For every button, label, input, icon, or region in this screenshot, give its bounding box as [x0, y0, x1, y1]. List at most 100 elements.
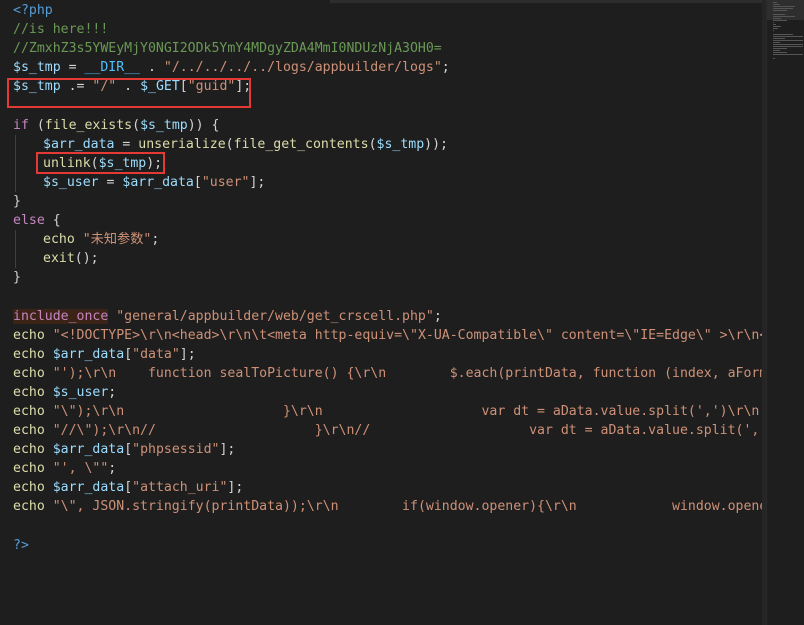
- code-line[interactable]: echo "<!DOCTYPE>\r\n<head>\r\n\t<meta ht…: [13, 326, 762, 345]
- minimap-line: [773, 10, 787, 11]
- minimap-line: [773, 22, 774, 23]
- code-token: ));: [424, 136, 448, 152]
- minimap-line: [773, 18, 781, 19]
- code-line[interactable]: [13, 517, 762, 536]
- code-line[interactable]: echo $arr_data["attach_uri"];: [13, 478, 762, 497]
- code-token: $arr_data: [52, 442, 125, 458]
- code-token: file_exists: [44, 117, 133, 133]
- code-token: echo: [13, 499, 45, 515]
- code-line[interactable]: else {: [13, 211, 762, 230]
- code-line[interactable]: echo "\", JSON.stringify(printData));\r\…: [13, 497, 762, 516]
- minimap-line: [773, 20, 787, 21]
- code-line[interactable]: echo $arr_data["data"];: [13, 345, 762, 364]
- code-line[interactable]: [13, 287, 762, 306]
- code-token: include_once: [13, 308, 109, 324]
- code-token: file_get_contents: [233, 136, 369, 152]
- code-line[interactable]: //ZmxhZ3s5YWEyMjY0NGI2ODk5YmY4MDgyZDA4Mm…: [13, 39, 762, 58]
- code-token: "attach_uri": [132, 480, 228, 496]
- code-line[interactable]: echo "\");\r\n }\r\n var dt = aData.valu…: [13, 402, 762, 421]
- code-line[interactable]: <?php: [13, 1, 762, 20]
- code-token: "\");\r\n }\r\n var dt = aData.value.spl…: [52, 403, 760, 419]
- indent-guide: [13, 249, 43, 269]
- code-line[interactable]: echo $s_user;: [13, 383, 762, 402]
- code-token: if: [13, 117, 29, 133]
- code-token: $arr_data: [122, 174, 194, 190]
- code-token: echo: [13, 384, 45, 400]
- code-line[interactable]: }: [13, 268, 762, 287]
- code-token: echo: [13, 346, 45, 362]
- minimap-line: [773, 40, 803, 41]
- code-token: <?php: [13, 3, 53, 18]
- code-token: //ZmxhZ3s5YWEyMjY0NGI2ODk5YmY4MDgyZDA4Mm…: [13, 41, 442, 57]
- code-line[interactable]: //is here!!!: [13, 20, 762, 39]
- code-token: ;: [151, 232, 160, 248]
- minimap-line: [773, 2, 777, 3]
- code-line[interactable]: echo "');\r\n function sealToPicture() {…: [13, 364, 762, 383]
- minimap-line: [773, 48, 787, 49]
- code-token: "/../../../../logs/appbuilder/logs": [163, 60, 442, 76]
- minimap-line: [773, 4, 780, 5]
- minimap-line: [773, 6, 795, 7]
- code-token: exit: [43, 251, 75, 267]
- code-line[interactable]: ?>: [13, 536, 762, 555]
- code-token: $s_user: [52, 384, 109, 400]
- code-token: (: [225, 136, 234, 152]
- code-line[interactable]: $s_user = $arr_data["user"];: [13, 172, 762, 192]
- code-token: "未知参数": [82, 232, 152, 248]
- code-token: "data": [132, 346, 180, 362]
- code-line[interactable]: exit();: [13, 249, 762, 269]
- minimap-line: [773, 44, 803, 45]
- code-token: echo: [13, 423, 45, 439]
- code-token: $s_tmp: [13, 60, 61, 76]
- highlight-box-guid-line: [7, 78, 251, 108]
- minimap-line: [773, 54, 803, 55]
- code-token: [: [124, 442, 133, 458]
- minimap-line: [773, 16, 795, 17]
- code-token: ];: [249, 174, 266, 190]
- code-token: "', \"": [52, 461, 109, 477]
- code-token: ;: [441, 60, 450, 76]
- indent-guide: [13, 134, 43, 154]
- highlight-box-unlink-line: [36, 152, 165, 174]
- code-token: ();: [74, 251, 99, 267]
- minimap-line: [773, 42, 780, 43]
- code-token: =: [98, 174, 123, 190]
- code-line[interactable]: if (file_exists($s_tmp)) {: [13, 116, 762, 135]
- code-token: ];: [227, 480, 244, 496]
- code-token: __DIR__: [84, 60, 141, 76]
- code-token: =: [114, 136, 139, 152]
- minimap[interactable]: [766, 0, 804, 625]
- minimap-line: [773, 50, 780, 51]
- code-line[interactable]: echo "//\");\r\n// }\r\n// var dt = aDat…: [13, 421, 762, 440]
- code-token: )) {: [187, 117, 220, 133]
- code-token: ?>: [13, 537, 29, 553]
- code-line[interactable]: echo $arr_data["phpsessid"];: [13, 440, 762, 459]
- code-line[interactable]: $arr_data = unserialize(file_get_content…: [13, 134, 762, 154]
- code-line[interactable]: include_once "general/appbuilder/web/get…: [13, 307, 762, 326]
- code-token: (: [368, 136, 377, 152]
- minimap-line: [773, 46, 803, 47]
- code-token: (: [132, 117, 141, 133]
- code-line[interactable]: echo "未知参数";: [13, 230, 762, 250]
- code-editor[interactable]: <?php //is here!!! //ZmxhZ3s5YWEyMjY0NGI2O…: [0, 0, 762, 625]
- code-token: "//\");\r\n// }\r\n// var dt = aData.val…: [52, 423, 762, 439]
- code-line[interactable]: echo "', \"";: [13, 459, 762, 478]
- code-token: ;: [108, 461, 117, 477]
- code-line[interactable]: $s_tmp = __DIR__ . "/../../../../logs/ap…: [13, 58, 762, 77]
- minimap-line: [773, 24, 776, 25]
- minimap-line: [773, 8, 793, 9]
- code-token: [: [124, 480, 133, 496]
- code-token: "general/appbuilder/web/get_crscell.php": [116, 308, 434, 324]
- code-token: ];: [219, 442, 236, 458]
- minimap-line: [773, 14, 785, 15]
- code-token: "<!DOCTYPE>\r\n<head>\r\n\t<meta http-eq…: [52, 327, 762, 343]
- code-token: }: [13, 193, 21, 209]
- code-line[interactable]: }: [13, 192, 762, 211]
- code-token: ];: [179, 346, 196, 362]
